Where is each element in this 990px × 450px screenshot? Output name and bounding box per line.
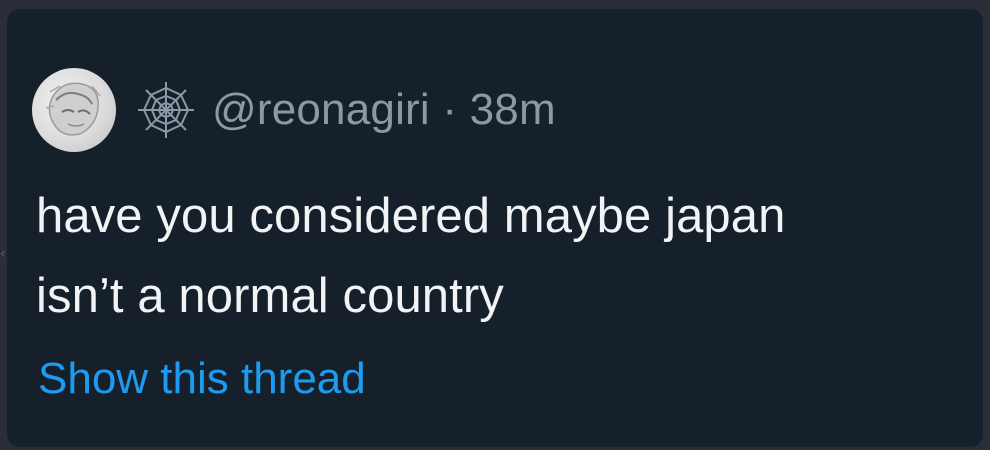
tweet-header: @reonagiri · 38m: [32, 68, 556, 152]
user-handle[interactable]: @reonagiri: [212, 85, 430, 134]
spider-web-icon: [138, 82, 194, 138]
avatar[interactable]: [32, 68, 116, 152]
tweet-timestamp[interactable]: 38m: [470, 85, 556, 134]
previous-arrow-icon[interactable]: ‹: [0, 246, 6, 262]
tweet-text: have you considered maybe japan isn’t a …: [36, 176, 976, 336]
avatar-illustration-icon: [45, 82, 101, 136]
tweet-meta: @reonagiri · 38m: [212, 85, 556, 135]
screenshot-frame: ‹ ›: [0, 0, 990, 450]
tweet-text-line-2: isn’t a normal country: [36, 269, 504, 323]
meta-separator: ·: [442, 85, 458, 134]
tweet-text-line-1: have you considered maybe japan: [36, 189, 786, 243]
show-thread-link[interactable]: Show this thread: [38, 354, 366, 404]
tweet-card[interactable]: @reonagiri · 38m have you considered may…: [6, 8, 984, 448]
